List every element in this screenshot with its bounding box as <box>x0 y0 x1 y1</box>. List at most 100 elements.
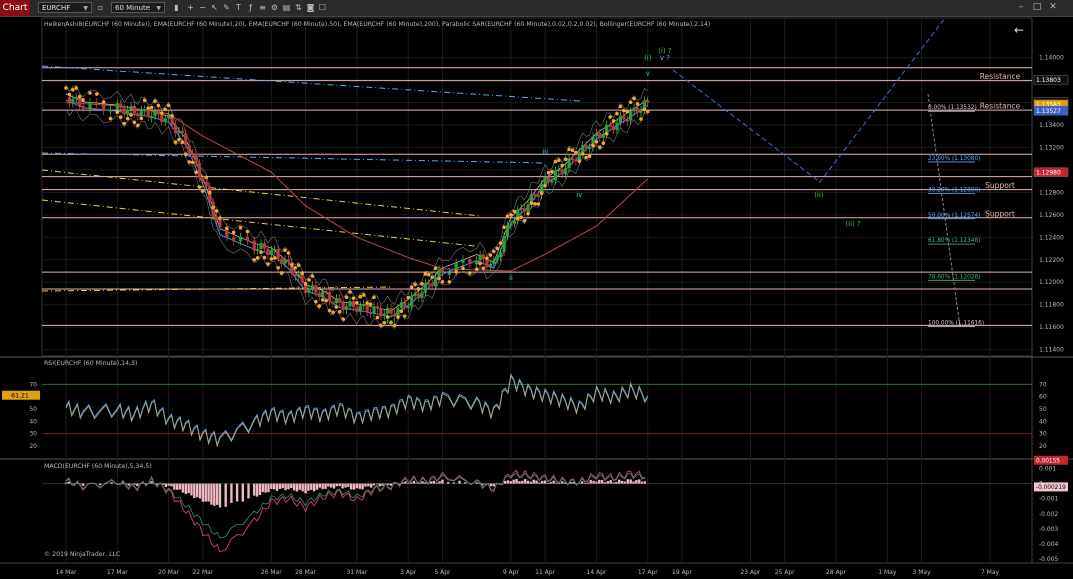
chart-canvas[interactable]: Resistance Resistance Support Support 0.00%… <box>0 0 1073 579</box>
wave-label: ii <box>509 274 513 282</box>
candle-body <box>625 119 629 122</box>
sar-dot <box>635 102 640 106</box>
sar-dot <box>95 92 99 96</box>
sar-dot <box>307 278 311 282</box>
sar-dot <box>344 295 349 300</box>
macd-histogram-bar <box>435 482 438 484</box>
macd-histogram-bar <box>230 483 233 503</box>
macd-histogram-bar <box>264 483 267 493</box>
fib-retracement: 0.00% (1.13532) 23.60% (1.13080) 38.20% (1… <box>927 93 984 328</box>
candle-body <box>502 236 506 253</box>
sar-dot <box>358 294 363 299</box>
sar-dot <box>163 107 168 112</box>
candle-body <box>522 208 527 212</box>
sar-dot <box>300 271 304 276</box>
macd-y-tick-label: -0.001 <box>1039 496 1059 503</box>
sar-dot <box>622 108 626 113</box>
macd-histogram-bar <box>623 481 627 484</box>
macd-histogram-bar <box>127 483 130 486</box>
x-tick-label: 17 Mar <box>107 569 128 576</box>
candle-body <box>560 169 564 175</box>
sar-dot <box>245 229 250 234</box>
macd-histogram-bar <box>640 481 644 484</box>
sar-dot <box>608 115 612 119</box>
candle-body <box>512 220 516 224</box>
candle-body <box>163 118 167 123</box>
candle-body <box>362 303 366 306</box>
sar-dot <box>403 314 407 318</box>
wave-label: v ? <box>660 54 670 62</box>
macd-histogram-bar <box>258 483 262 496</box>
candle-body <box>269 249 273 255</box>
sar-dot <box>594 139 599 144</box>
sar-dot <box>488 253 493 257</box>
sar-dot <box>550 169 554 174</box>
macd-histogram-bar <box>569 482 572 484</box>
sar-dot <box>118 115 123 119</box>
candle-body <box>122 108 126 115</box>
macd-histogram-bar <box>618 479 621 484</box>
macd-histogram-bar <box>415 482 418 484</box>
candle-body <box>262 243 267 249</box>
sar-dot <box>314 299 318 304</box>
macd-histogram-bar <box>615 481 618 484</box>
macd-histogram-bar <box>600 480 604 484</box>
macd-histogram-bar <box>506 480 510 484</box>
candle-body <box>334 298 338 304</box>
sar-dot <box>536 202 541 206</box>
macd-histogram-bar <box>592 480 595 484</box>
sar-dot <box>426 272 431 277</box>
macd-histogram-bar <box>529 481 533 484</box>
candle-body <box>146 109 150 118</box>
back-arrow-icon[interactable]: ← <box>1014 23 1024 37</box>
sar-dot <box>454 269 458 274</box>
x-tick-label: 14 Mar <box>56 569 77 576</box>
sar-dot <box>584 155 588 160</box>
sar-dot <box>560 163 565 168</box>
candle-body <box>156 110 160 115</box>
sar-dot <box>238 225 243 230</box>
sar-dot <box>351 296 356 300</box>
rsi-left-tick-label: 50 <box>29 406 37 413</box>
candle-body <box>338 298 342 303</box>
macd-histogram-bar <box>438 481 441 484</box>
macd-histogram-bar <box>484 483 487 485</box>
trend-line[interactable] <box>41 199 476 247</box>
macd-histogram-bar <box>424 482 427 484</box>
sar-dot <box>379 323 383 328</box>
macd-histogram-bar <box>538 482 541 484</box>
trend-line[interactable] <box>41 65 581 102</box>
sar-dot <box>368 302 373 306</box>
y-tick-label: 1.12200 <box>1039 257 1064 264</box>
macd-histogram-bar <box>555 482 558 484</box>
candle-body <box>126 109 130 115</box>
candle-body <box>420 292 424 298</box>
sar-dot <box>334 305 339 309</box>
candle-body <box>611 126 616 130</box>
macd-histogram-bar <box>235 483 239 502</box>
sar-dot <box>262 255 267 260</box>
candle-body <box>430 283 434 287</box>
candle-body <box>368 312 373 315</box>
projection-path[interactable] <box>672 17 946 183</box>
candle-body <box>160 114 164 123</box>
sar-dot <box>375 315 380 320</box>
sar-dot <box>512 209 517 214</box>
macd-histogram-bar <box>612 482 615 484</box>
macd-histogram-bar <box>583 482 587 484</box>
candle-body <box>283 259 287 264</box>
fib-anchor-line[interactable] <box>927 93 961 328</box>
macd-histogram-bar <box>213 483 216 506</box>
y-tick-label: 1.13400 <box>1039 122 1064 129</box>
sar-dot <box>136 123 140 128</box>
candle-body <box>598 132 602 139</box>
sar-dot <box>201 189 205 193</box>
rsi-left-tick-label: 20 <box>29 443 37 450</box>
candle-body <box>392 313 397 317</box>
macd-histogram-bar <box>367 483 370 487</box>
candle-body <box>567 158 571 169</box>
candle-body <box>67 96 72 104</box>
sar-dot <box>293 265 298 270</box>
sar-dot <box>279 270 284 275</box>
macd-histogram-bar <box>503 480 507 484</box>
